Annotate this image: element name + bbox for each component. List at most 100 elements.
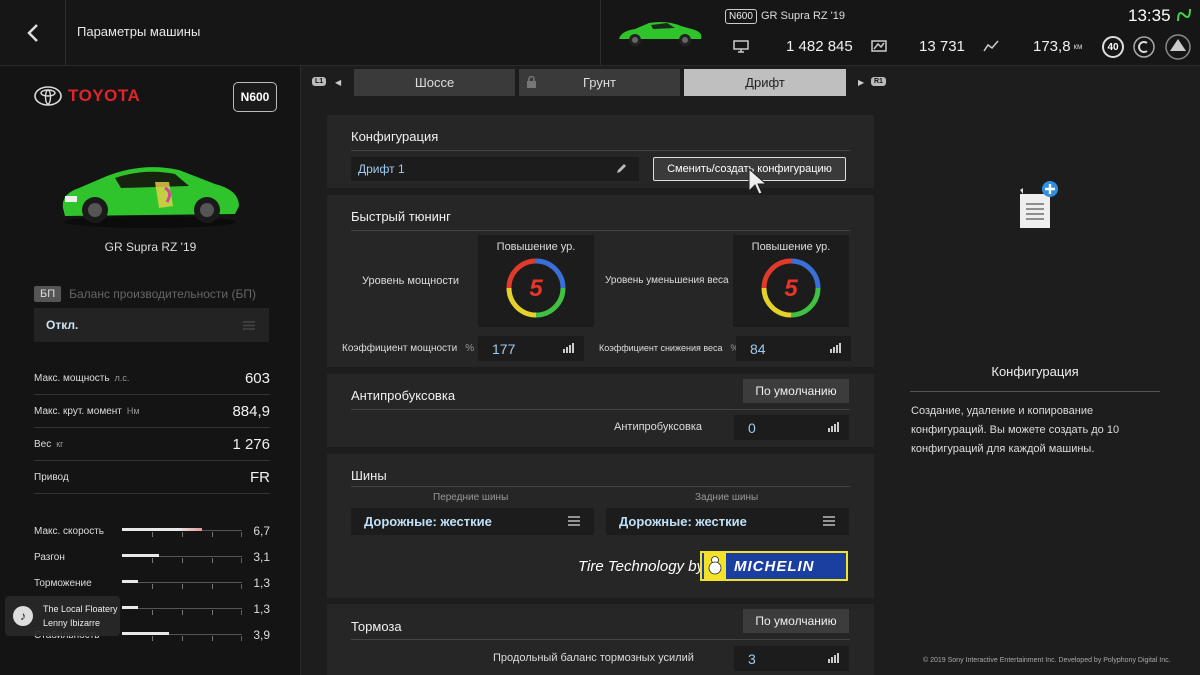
bars-icon	[828, 653, 839, 663]
licence-icon	[1133, 36, 1155, 58]
gt-logo-icon	[1165, 34, 1191, 60]
front-tyres-dropdown[interactable]: Дорожные: жесткие	[351, 508, 594, 535]
performance-tick	[152, 532, 153, 537]
brake-balance-label: Продольный баланс тормозных усилий	[493, 652, 694, 664]
power-level-value: 5	[529, 275, 543, 302]
performance-value: 1,3	[253, 602, 270, 616]
traction-label: Антипробуксовка	[614, 421, 703, 433]
weight-level-value: 5	[784, 275, 798, 302]
tire-tech-text: Tire Technology by	[578, 558, 705, 575]
back-button[interactable]	[0, 0, 66, 66]
arrow-left-icon: ◀	[335, 78, 342, 87]
power-level-dial[interactable]: Повышение ур. 5	[478, 235, 594, 327]
spec-row: Привод FR	[34, 461, 270, 494]
car-image	[62, 167, 239, 228]
arrow-right-icon: ▶	[858, 78, 865, 87]
tuning-tabs: L1 ◀ Шоссе Грунт Дрифт ▶ R1	[310, 69, 890, 97]
tab-road[interactable]: Шоссе	[354, 69, 515, 96]
tab-drift[interactable]: Дрифт	[684, 69, 846, 96]
performance-max-tick	[241, 558, 242, 563]
menu-icon	[243, 321, 255, 330]
bp-value: Откл.	[46, 318, 79, 332]
music-note-icon: ♪	[13, 606, 33, 626]
performance-row: Торможение 1,3	[34, 573, 270, 593]
weight-level-label: Уровень уменьшения веса	[605, 275, 729, 286]
pencil-icon	[617, 164, 626, 173]
performance-bar	[122, 603, 242, 615]
cursor-icon	[748, 167, 768, 195]
performance-tick	[182, 636, 183, 641]
power-coef-field[interactable]: 177	[478, 336, 584, 361]
credits-icon	[733, 40, 749, 53]
rear-tyres-label: Задние шины	[695, 492, 759, 503]
mileage-points-icon	[871, 40, 887, 52]
connection-icon	[1177, 8, 1191, 22]
traction-default-button[interactable]: По умолчанию	[743, 379, 849, 403]
info-description: Создание, удаление и копирование конфигу…	[911, 405, 1120, 455]
brake-balance-field[interactable]: 3	[734, 646, 849, 671]
performance-tick	[212, 584, 213, 589]
header-car-thumbnail	[600, 0, 718, 66]
menu-icon	[823, 516, 835, 526]
spec-row: Вес кг 1 276	[34, 428, 270, 461]
bars-icon	[830, 343, 841, 353]
performance-row: Разгон 3,1	[34, 547, 270, 567]
weight-level-dial[interactable]: Повышение ур. 5	[733, 235, 849, 327]
new-config-icon	[1020, 181, 1058, 228]
front-tyres-label: Передние шины	[433, 492, 509, 503]
performance-value: 3,9	[253, 628, 270, 642]
tab-dirt[interactable]: Грунт	[519, 69, 680, 96]
tyres-title: Шины	[351, 468, 387, 483]
performance-max-tick	[241, 532, 242, 537]
traction-title: Антипробуксовка	[351, 388, 456, 403]
bp-dropdown[interactable]: Откл.	[34, 308, 269, 342]
distance-icon	[983, 40, 999, 52]
menu-icon	[568, 516, 580, 526]
performance-bar	[122, 629, 242, 641]
performance-tick	[182, 532, 183, 537]
performance-fill	[122, 554, 159, 557]
brakes-title: Тормоза	[351, 619, 402, 634]
bars-icon	[563, 343, 574, 353]
l1-button-hint[interactable]: L1	[312, 77, 327, 86]
weight-coef-field[interactable]: 84	[736, 336, 851, 361]
performance-bar	[122, 525, 242, 537]
performance-bar	[122, 551, 242, 563]
performance-fill	[122, 580, 138, 583]
chevron-left-icon	[26, 24, 38, 42]
config-panel: Конфигурация Дрифт 1 Сменить/создать кон…	[327, 115, 874, 195]
page-title: Параметры машины	[77, 24, 201, 39]
power-level-label: Уровень мощности	[362, 275, 460, 287]
performance-value: 6,7	[253, 524, 270, 538]
performance-tick	[212, 532, 213, 537]
config-name-field[interactable]: Дрифт 1	[351, 157, 639, 181]
performance-track	[122, 582, 242, 583]
r1-button-hint[interactable]: R1	[871, 77, 886, 86]
performance-tick	[182, 584, 183, 589]
michelin-logo: MICHELIN	[700, 551, 848, 581]
header-car-name: GR Supra RZ '19	[761, 10, 846, 22]
spec-row: Макс. крут. момент Нм 884,9	[34, 395, 270, 428]
lock-icon	[527, 76, 536, 88]
header-pp-badge: N600	[725, 9, 757, 24]
weight-level-ring: 5	[761, 258, 821, 318]
car-summary-panel: TOYOTA N600 GR Supra RZ '19 БП Баланс пр…	[0, 66, 301, 675]
performance-value: 3,1	[253, 550, 270, 564]
traction-field[interactable]: 0	[734, 415, 849, 440]
bibendum-icon	[704, 553, 726, 579]
rear-tyres-dropdown[interactable]: Дорожные: жесткие	[606, 508, 849, 535]
brakes-panel: Тормоза По умолчанию Продольный баланс т…	[327, 604, 874, 675]
info-title: Конфигурация	[991, 364, 1079, 379]
brand-logo: TOYOTA	[34, 86, 140, 106]
power-level-ring: 5	[506, 258, 566, 318]
car-name: GR Supra RZ '19	[104, 240, 197, 254]
performance-value: 1,3	[253, 576, 270, 590]
bp-label: Баланс производительности (БП)	[69, 287, 256, 301]
brakes-default-button[interactable]: По умолчанию	[743, 609, 849, 633]
performance-tick	[152, 584, 153, 589]
quick-tuning-title: Быстрый тюнинг	[351, 209, 451, 224]
performance-fill	[122, 632, 169, 635]
player-level-badge: 40	[1102, 36, 1124, 58]
bp-header: БП Баланс производительности (БП)	[34, 286, 256, 302]
toyota-emblem-icon	[34, 86, 62, 106]
